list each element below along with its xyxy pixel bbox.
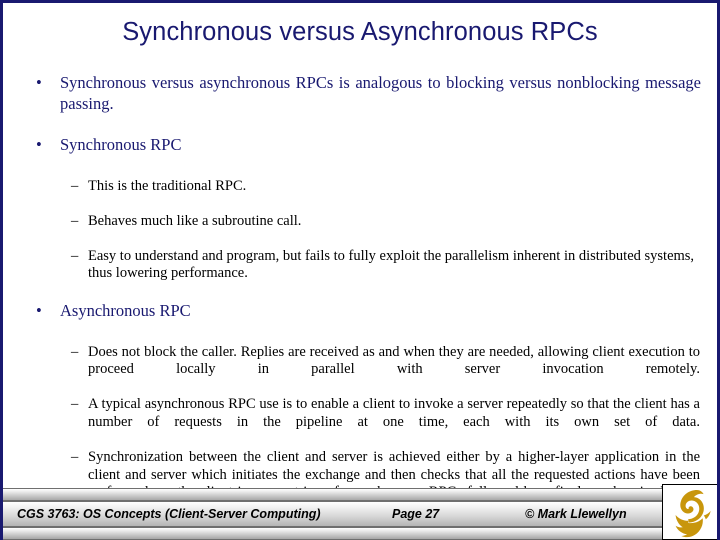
sub-bullet-marker-icon: – (71, 343, 79, 360)
footer-course-label: CGS 3763: OS Concepts (Client-Server Com… (17, 507, 321, 521)
footer-page-number: Page 27 (392, 507, 440, 521)
slide-footer: CGS 3763: OS Concepts (Client-Server Com… (3, 484, 717, 540)
sub-bullet-marker-icon: – (71, 396, 79, 413)
bullet-marker-icon: • (36, 300, 42, 320)
bullet-text: Synchronous versus asynchronous RPCs is … (60, 73, 701, 113)
sub-bullet-marker-icon: – (71, 247, 79, 264)
bullet-item: • Synchronous versus asynchronous RPCs i… (3, 73, 717, 135)
sub-bullet-text: Behaves much like a subroutine call. (88, 212, 302, 229)
bullet-text: Synchronous RPC (60, 134, 182, 154)
bullet-list: • Synchronous versus asynchronous RPCs i… (3, 73, 717, 540)
sub-bullet-marker-icon: – (71, 212, 79, 229)
bullet-item: • Synchronous RPC – This is the traditio… (3, 135, 717, 301)
pegasus-icon (675, 490, 711, 538)
sub-bullet-item: – This is the traditional RPC. (60, 178, 701, 213)
title-zone: Synchronous versus Asynchronous RPCs (3, 17, 717, 47)
sub-bullet-text: Easy to understand and program, but fail… (88, 247, 695, 282)
bullet-marker-icon: • (36, 134, 42, 154)
sub-bullet-item: – A typical asynchronous RPC use is to e… (60, 396, 701, 449)
bullet-text: Asynchronous RPC (60, 300, 191, 320)
footer-bar-top (3, 488, 717, 501)
sub-bullet-marker-icon: – (71, 177, 79, 194)
slide: Synchronous versus Asynchronous RPCs • S… (0, 0, 720, 540)
ucf-pegasus-logo (662, 484, 717, 540)
slide-body: • Synchronous versus asynchronous RPCs i… (3, 73, 717, 536)
footer-bar-bottom (3, 527, 717, 540)
page-title: Synchronous versus Asynchronous RPCs (122, 18, 598, 46)
sub-bullet-marker-icon: – (71, 449, 79, 466)
sub-bullet-item: – Easy to understand and program, but fa… (60, 248, 701, 301)
sub-bullet-text: This is the traditional RPC. (88, 177, 247, 194)
bullet-marker-icon: • (36, 73, 42, 92)
sub-bullet-item: – Behaves much like a subroutine call. (60, 213, 701, 248)
sub-bullet-text: Does not block the caller. Replies are r… (88, 343, 700, 378)
sub-bullet-list: – This is the traditional RPC. – Behaves… (60, 178, 701, 301)
footer-copyright: © Mark Llewellyn (525, 507, 627, 521)
sub-bullet-text: A typical asynchronous RPC use is to ena… (88, 396, 700, 431)
sub-bullet-item: – Does not block the caller. Replies are… (60, 344, 701, 397)
